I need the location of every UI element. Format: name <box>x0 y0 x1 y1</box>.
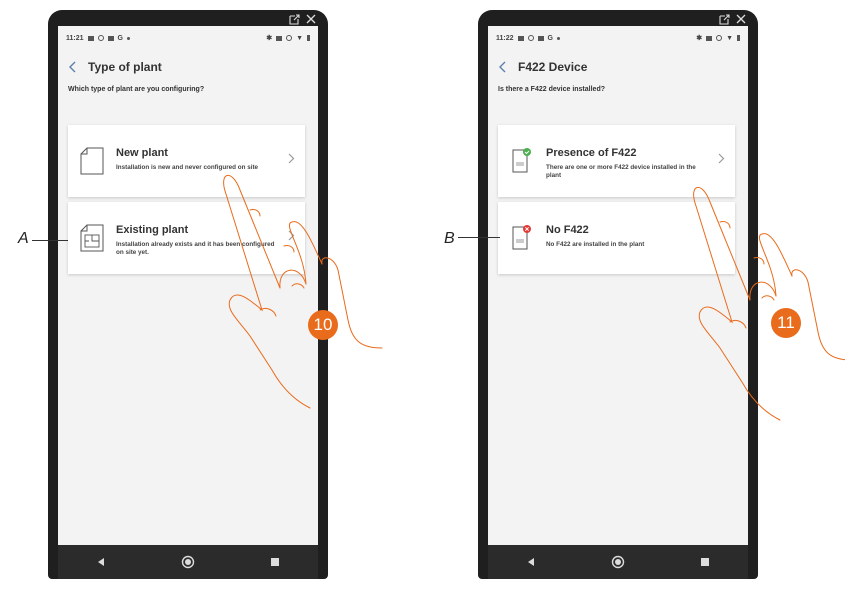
android-nav-bar <box>58 545 318 579</box>
recents-square-icon[interactable] <box>700 557 710 567</box>
callout-label-b: B <box>444 230 455 247</box>
chevron-left-icon[interactable] <box>498 60 510 74</box>
callout-label-a: A <box>18 230 29 247</box>
step-badge-10: 10 <box>308 310 338 340</box>
wifi-icon: ▼ <box>726 34 733 42</box>
back-triangle-icon[interactable] <box>96 557 106 567</box>
question-text: Is there a F422 device installed? <box>498 86 605 93</box>
callout-line-b <box>458 237 500 238</box>
vibrate-icon <box>286 35 293 41</box>
dot-icon <box>126 36 130 40</box>
google-notification-icon: G <box>117 34 123 42</box>
google-notification-icon: G <box>547 34 553 42</box>
card-title: Existing plant <box>116 224 189 236</box>
status-time: 11:21 <box>66 34 84 42</box>
step-badge-11: 11 <box>771 308 801 338</box>
card-title: New plant <box>116 147 168 159</box>
battery-icon <box>307 35 310 41</box>
status-time: 11:22 <box>496 34 514 42</box>
battery-icon <box>737 35 740 41</box>
dot-icon <box>556 36 560 40</box>
image-notification-icon <box>517 35 524 41</box>
status-bar: 11:22 G ✱ ▼ <box>488 26 748 50</box>
floor-plan-document-icon <box>80 224 104 252</box>
page-header: F422 Device <box>488 50 748 84</box>
device-cross-icon <box>512 225 531 250</box>
bluetooth-icon: ✱ <box>266 35 273 42</box>
card-title: No F422 <box>546 224 589 236</box>
wifi-icon: ▼ <box>296 34 303 42</box>
page-header: Type of plant <box>58 50 318 84</box>
callout-line-a <box>32 240 68 241</box>
chevron-left-icon[interactable] <box>68 60 80 74</box>
nfc-icon <box>706 35 713 41</box>
card-title: Presence of F422 <box>546 147 637 159</box>
vibrate-icon <box>716 35 723 41</box>
close-icon[interactable] <box>736 14 746 24</box>
popout-icon[interactable] <box>289 13 300 25</box>
close-icon[interactable] <box>306 14 316 24</box>
tap-hand-icon-left <box>223 175 383 409</box>
status-bar: 11:21 G ✱ ▼ <box>58 26 318 50</box>
window-controls <box>289 12 316 26</box>
blank-document-icon <box>80 147 104 175</box>
home-circle-icon[interactable] <box>611 555 625 569</box>
popout-icon[interactable] <box>719 13 730 25</box>
window-controls <box>719 12 746 26</box>
eye-notification-icon <box>527 35 534 41</box>
home-circle-icon[interactable] <box>181 555 195 569</box>
cast-notification-icon <box>107 35 114 41</box>
recents-square-icon[interactable] <box>270 557 280 567</box>
back-triangle-icon[interactable] <box>526 557 536 567</box>
image-notification-icon <box>87 35 94 41</box>
android-nav-bar <box>488 545 748 579</box>
eye-notification-icon <box>97 35 104 41</box>
page-title: F422 Device <box>518 60 588 74</box>
bluetooth-icon: ✱ <box>696 35 703 42</box>
chevron-right-icon <box>718 153 725 164</box>
nfc-icon <box>276 35 283 41</box>
question-text: Which type of plant are you configuring? <box>68 86 205 93</box>
tap-hand-icon-right <box>693 187 845 421</box>
page-title: Type of plant <box>88 60 162 74</box>
device-check-icon <box>512 148 531 173</box>
cast-notification-icon <box>537 35 544 41</box>
